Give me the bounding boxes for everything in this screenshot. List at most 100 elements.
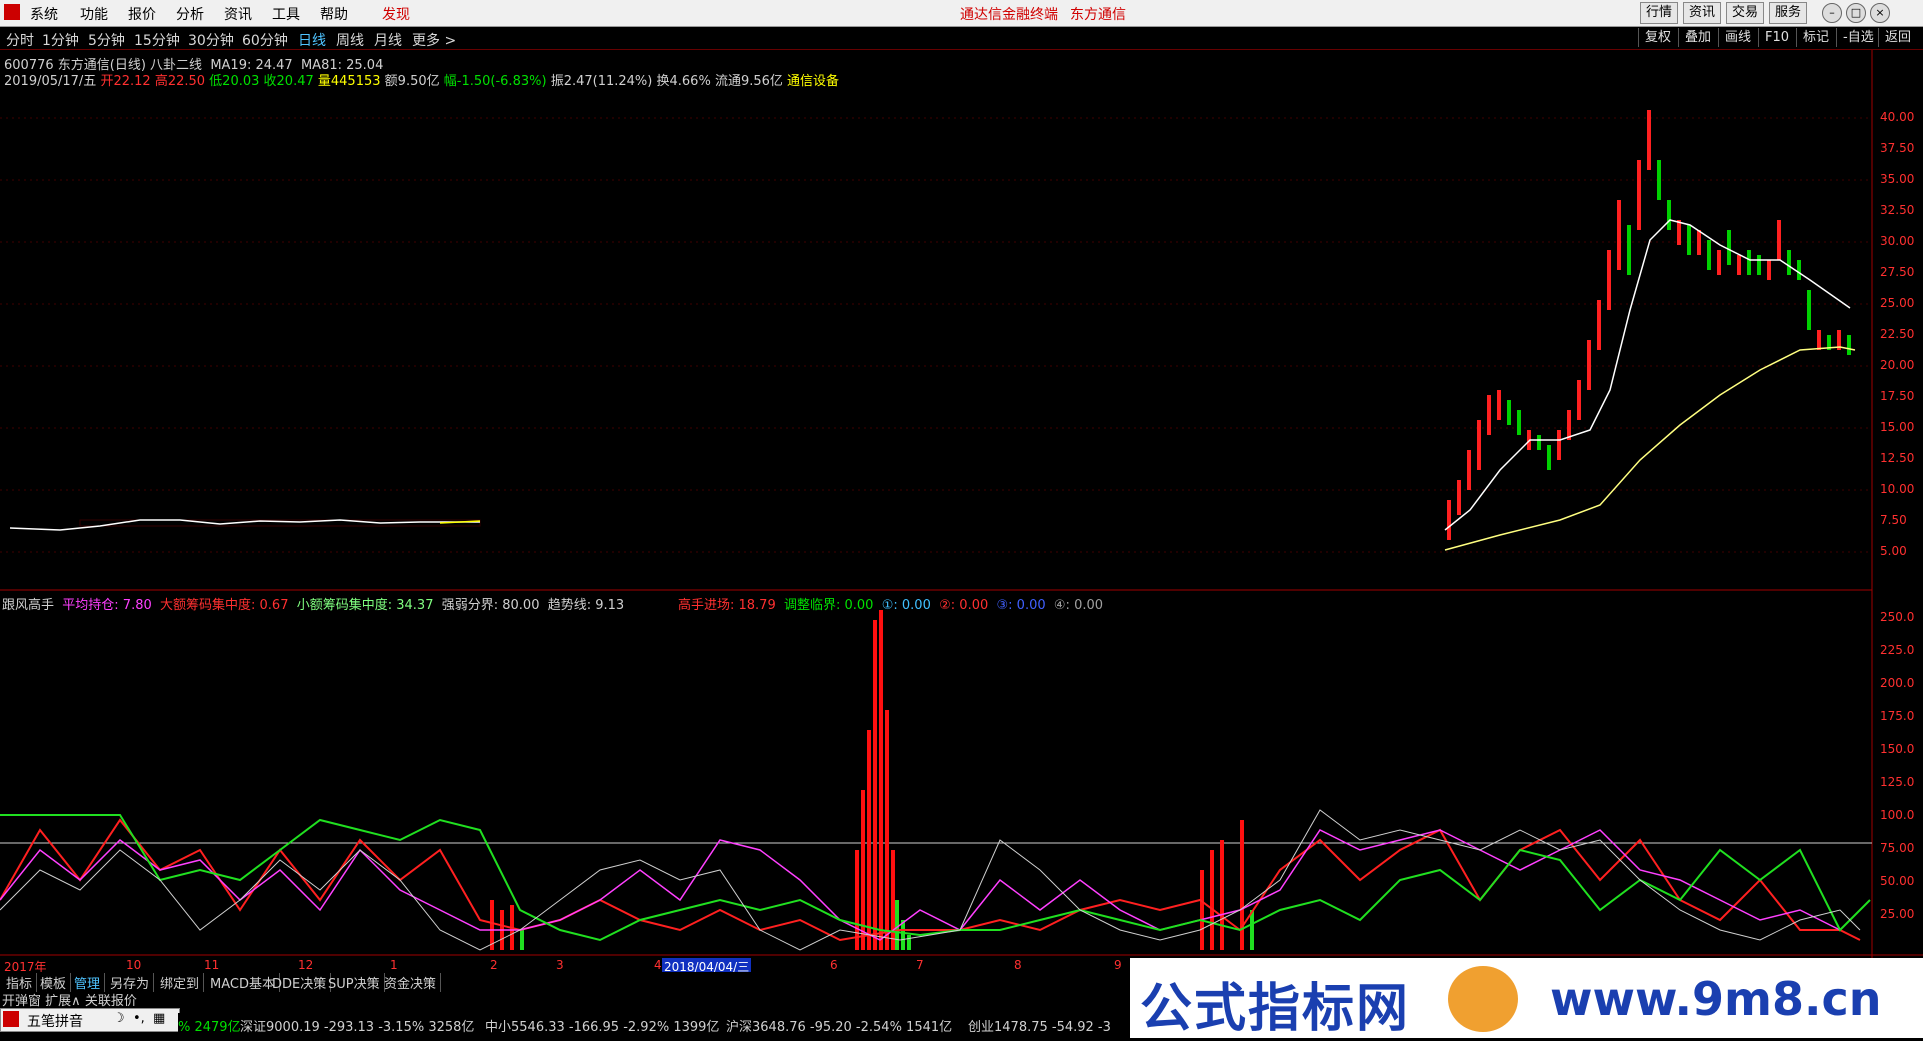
price-tick: 30.00 (1880, 234, 1915, 248)
price-tick: 15.00 (1880, 420, 1915, 434)
period-more[interactable]: 更多 > (412, 30, 456, 50)
menu-tools[interactable]: 工具 (272, 4, 300, 24)
tool-back[interactable]: 返回 (1878, 28, 1917, 47)
info-button[interactable]: 资讯 (1683, 2, 1722, 24)
app-title: 通达信金融终端 (960, 7, 1058, 23)
early-candles (9, 519, 481, 531)
tab-bind-to[interactable]: 绑定到 (156, 973, 205, 992)
tab-sup-decision[interactable]: SUP决策 (324, 973, 385, 992)
watermark-logo-icon (1448, 966, 1518, 1032)
price-tick: 35.00 (1880, 172, 1915, 186)
price-tick: 20.00 (1880, 358, 1915, 372)
ime-logo-icon (3, 1011, 19, 1027)
tab-dde-decision[interactable]: DDE决策 (268, 973, 332, 992)
ime-bar[interactable]: 五笔拼音 ☽ •, ▦ (0, 1008, 180, 1032)
quote-button[interactable]: 行情 (1640, 2, 1679, 24)
ticker-item: 中小5546.33 -166.95 -2.92% 1399亿 (485, 1020, 720, 1035)
avg-hold-line (0, 818, 1861, 942)
period-15min[interactable]: 15分钟 (134, 30, 180, 50)
period-monthly[interactable]: 月线 (374, 30, 402, 50)
ticker-item: 沪深3648.76 -95.20 -2.54% 1541亿 (726, 1020, 953, 1035)
indicator-tick: 50.00 (1880, 874, 1915, 888)
app-logo-icon (4, 4, 20, 20)
ime-label[interactable]: 五笔拼音 (27, 1011, 83, 1031)
watermark-banner: 公式指标网 www.9m8.cn (1130, 958, 1923, 1039)
trade-button[interactable]: 交易 (1726, 2, 1765, 24)
period-daily[interactable]: 日线 (298, 30, 326, 50)
linked-quote-tab[interactable]: 关联报价 (85, 994, 137, 1009)
menu-info[interactable]: 资讯 (224, 4, 252, 24)
menu-function[interactable]: 功能 (80, 4, 108, 24)
price-tick: 7.50 (1880, 513, 1907, 527)
period-60min[interactable]: 60分钟 (242, 30, 288, 50)
avg-hold-value: 平均持仓: 7.80 (62, 598, 152, 613)
v2-value: ②: 0.00 (939, 598, 989, 613)
menu-system[interactable]: 系统 (30, 4, 58, 24)
period-1min[interactable]: 1分钟 (42, 30, 79, 50)
menu-help[interactable]: 帮助 (320, 4, 348, 24)
time-tick: 7 (916, 958, 924, 972)
period-intraday[interactable]: 分时 (6, 30, 34, 50)
ticker-item: % 2479亿 (178, 1020, 241, 1035)
small-conc-line (0, 814, 1871, 942)
moon-icon[interactable]: ☽ (113, 1011, 125, 1026)
adjust-value: 调整临界: 0.00 (784, 598, 874, 613)
menu-analysis[interactable]: 分析 (176, 4, 204, 24)
indicator-tick: 75.00 (1880, 841, 1915, 855)
indicator-tick: 150.0 (1880, 742, 1915, 756)
ma81-line (1444, 346, 1856, 551)
price-tick: 25.00 (1880, 296, 1915, 310)
tool-overlay[interactable]: 叠加 (1678, 28, 1717, 47)
small-conc-value: 小额筹码集中度: 34.37 (296, 598, 434, 613)
period-5min[interactable]: 5分钟 (88, 30, 125, 50)
tool-mark[interactable]: 标记 (1796, 28, 1835, 47)
big-conc-line (0, 829, 1841, 941)
broker-name: 东方通信 (1070, 7, 1126, 23)
tool-draw[interactable]: 画线 (1718, 28, 1757, 47)
period-30min[interactable]: 30分钟 (188, 30, 234, 50)
ticker-item: 创业1478.75 -54.92 -3 (968, 1020, 1111, 1035)
expand-tab[interactable]: 扩展∧ (45, 994, 81, 1009)
indicator-tick: 225.0 (1880, 643, 1915, 657)
time-tick: 10 (126, 958, 142, 972)
watermark-brand: 公式指标网 (1140, 979, 1411, 1039)
indicator-tabs: 指标 模板 管理 另存为 绑定到 MACD基本 DDE决策 SUP决策 资金决策 (0, 972, 1130, 992)
price-tick: 17.50 (1880, 389, 1915, 403)
v4-value: ④: 0.00 (1053, 598, 1104, 613)
menu-bar: 系统 功能 报价 分析 资讯 工具 帮助 发现 通达信金融终端 东方通信 行情 … (0, 0, 1923, 27)
indicator-tick: 250.0 (1880, 610, 1915, 624)
tool-watchlist[interactable]: -自选 (1836, 28, 1880, 47)
time-tick: 1 (390, 958, 398, 972)
minimize-icon[interactable]: – (1822, 3, 1842, 23)
maximize-icon[interactable]: □ (1846, 3, 1866, 23)
time-tick: 2 (490, 958, 498, 972)
tool-f10[interactable]: F10 (1758, 28, 1795, 47)
punct-icon[interactable]: •, (133, 1011, 145, 1026)
menu-find[interactable]: 发现 (382, 4, 410, 24)
side-tabs: 开弹窗 扩展∧ 关联报价 (2, 990, 137, 1009)
indicator-name[interactable]: 跟风高手 (2, 598, 54, 613)
ticker-item: 深证9000.19 -293.13 -3.15% 3258亿 (240, 1020, 475, 1035)
big-conc-value: 大额筹码集中度: 0.67 (160, 598, 289, 613)
v1-value: ①: 0.00 (881, 598, 931, 613)
open-popup-tab[interactable]: 开弹窗 (2, 994, 41, 1009)
ma19-line (1444, 219, 1851, 531)
price-tick: 5.00 (1880, 544, 1907, 558)
price-tick: 10.00 (1880, 482, 1915, 496)
period-weekly[interactable]: 周线 (336, 30, 364, 50)
close-icon[interactable]: × (1870, 3, 1890, 23)
indicator-tick: 25.00 (1880, 907, 1915, 921)
keyboard-icon[interactable]: ▦ (153, 1011, 165, 1026)
tool-adjust[interactable]: 复权 (1638, 28, 1677, 47)
time-tick: 12 (298, 958, 314, 972)
service-button[interactable]: 服务 (1769, 2, 1808, 24)
strong-weak-value: 强弱分界: 80.00 (441, 598, 540, 613)
time-tick: 3 (556, 958, 564, 972)
period-toolbar: 分时 1分钟 5分钟 15分钟 30分钟 60分钟 日线 周线 月线 更多 > … (0, 27, 1923, 50)
trend-value: 趋势线: 9.13 (547, 598, 625, 613)
indicator-legend: 跟风高手 平均持仓: 7.80 大额筹码集中度: 0.67 小额筹码集中度: 3… (2, 594, 624, 613)
menu-quote[interactable]: 报价 (128, 4, 156, 24)
tab-fund-decision[interactable]: 资金决策 (380, 973, 442, 992)
time-tick: 11 (204, 958, 220, 972)
indicator-tick: 100.0 (1880, 808, 1915, 822)
